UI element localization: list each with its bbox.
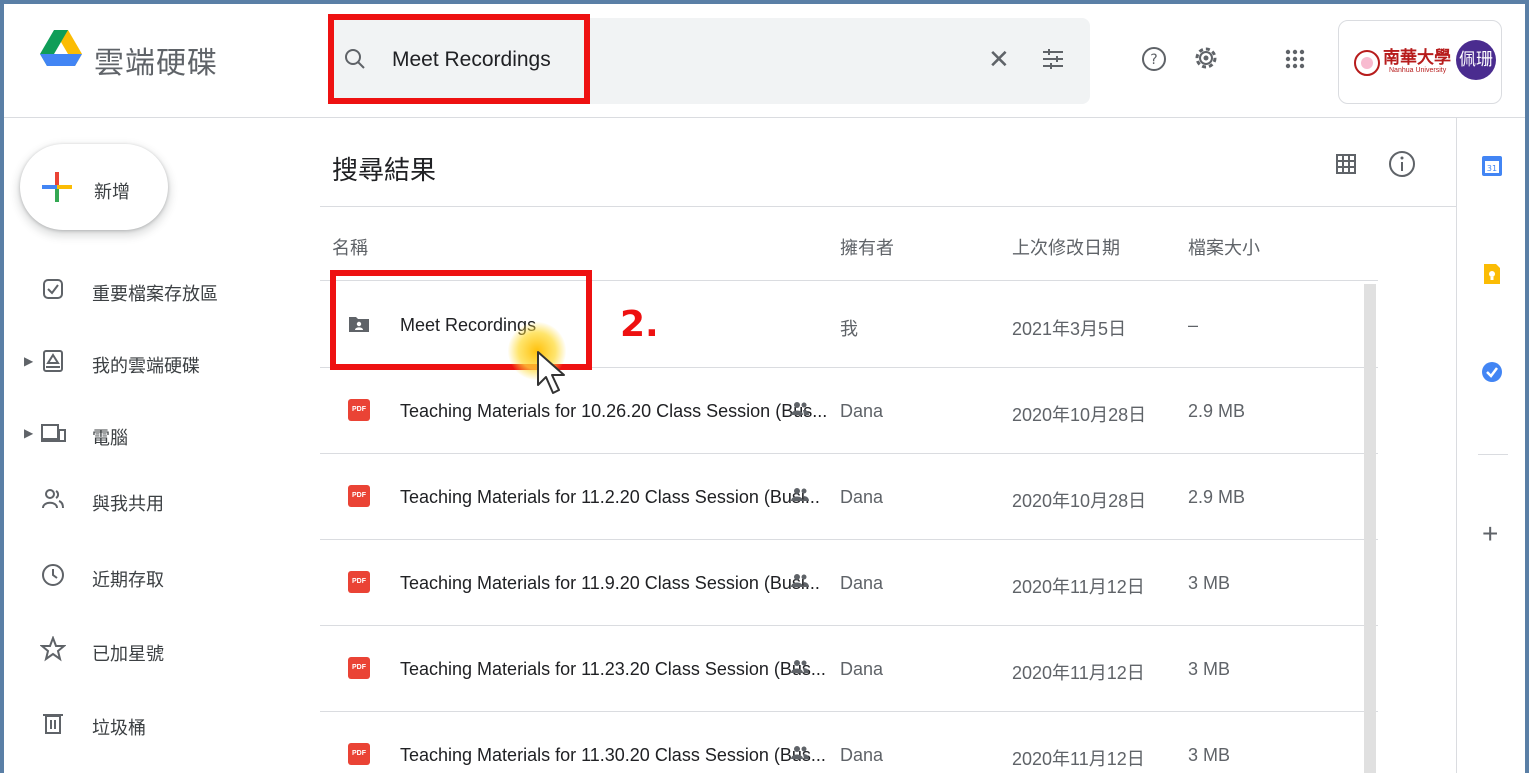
shared-people-icon [791,574,809,587]
divider [320,206,1456,207]
sidebar-item-recent[interactable]: 近期存取 [4,556,304,596]
table-row[interactable]: PDF Teaching Materials for 11.23.20 Clas… [320,626,1378,712]
grid-view-icon[interactable] [1334,152,1358,176]
file-modified-date: 2020年10月28日 [1012,405,1147,425]
shared-people-icon [791,660,809,673]
table-row[interactable]: PDF Teaching Materials for 11.2.20 Class… [320,454,1378,540]
file-owner: Dana [840,659,884,679]
computers-icon [41,424,66,442]
sidebar-item-label: 垃圾桶 [92,718,146,738]
pdf-file-icon: PDF [348,743,370,765]
organization-subtitle: Nanhua University [1389,67,1447,74]
mouse-pointer-icon [537,351,565,394]
file-owner: Dana [840,401,884,421]
google-drive-logo-icon[interactable] [40,30,82,68]
my-drive-icon [43,350,63,372]
sidebar-item-starred[interactable]: 已加星號 [4,630,304,670]
divider [1478,454,1508,455]
file-modified-date: 2020年11月12日 [1012,577,1145,597]
file-modified-date: 2020年10月28日 [1012,491,1147,511]
shared-people-icon [791,402,809,415]
file-modified-date: 2021年3月5日 [1012,319,1127,339]
file-modified-date: 2020年11月12日 [1012,749,1145,769]
file-name[interactable]: Teaching Materials for 10.26.20 Class Se… [400,401,827,422]
file-name[interactable]: Teaching Materials for 11.23.20 Class Se… [400,659,826,680]
sidebar-item-my-drive[interactable]: ▶ 我的雲端硬碟 [4,342,304,382]
sidebar-item-shared-with-me[interactable]: 與我共用 [4,480,304,520]
calendar-icon[interactable]: 31 [1480,154,1504,178]
keep-icon[interactable] [1480,262,1504,286]
top-bar: 雲端硬碟 Meet Recordings ✕ ? 南華大學 Nanhua Uni… [4,4,1525,118]
file-owner: Dana [840,573,884,593]
account-avatar[interactable]: 佩珊 [1456,40,1496,80]
calendar-day: 31 [1487,164,1497,173]
file-size: 3 MB [1188,745,1231,765]
priority-icon [43,279,63,299]
pdf-file-icon: PDF [348,399,370,421]
side-panel [1456,118,1525,773]
sidebar-item-label: 已加星號 [92,644,164,664]
file-size: 3 MB [1188,573,1231,593]
column-header-modified[interactable]: 上次修改日期 [1012,234,1120,260]
sidebar-item-computers[interactable]: ▶ 電腦 [4,414,304,454]
page-title: 搜尋結果 [332,155,437,185]
scrollbar[interactable] [1364,284,1376,773]
file-owner: Dana [840,745,884,765]
file-size: 2.9 MB [1188,487,1246,507]
file-size: 2.9 MB [1188,401,1246,421]
browser-frame: 雲端硬碟 Meet Recordings ✕ ? 南華大學 Nanhua Uni… [4,4,1525,773]
app-title[interactable]: 雲端硬碟 [94,38,218,82]
search-highlight-box [328,14,590,104]
column-header-owner[interactable]: 擁有者 [840,234,894,260]
table-row[interactable]: PDF Teaching Materials for 11.9.20 Class… [320,540,1378,626]
file-name[interactable]: Teaching Materials for 11.2.20 Class Ses… [400,487,820,508]
file-owner: Dana [840,487,884,507]
expand-caret-icon[interactable]: ▶ [24,426,33,440]
sidebar-item-label: 近期存取 [92,570,164,590]
help-icon[interactable]: ? [1141,46,1167,72]
sidebar-item-priority[interactable]: 重要檔案存放區 [4,270,304,310]
tasks-icon[interactable] [1480,360,1504,384]
colorful-plus-icon [42,172,72,202]
trash-icon [43,714,63,734]
sidebar-item-label: 與我共用 [92,494,164,514]
sidebar-item-label: 重要檔案存放區 [92,284,218,304]
google-apps-icon[interactable] [1284,48,1306,70]
info-icon[interactable] [1388,150,1416,178]
pdf-file-icon: PDF [348,571,370,593]
recent-clock-icon [42,564,64,586]
new-button[interactable]: 新增 [20,144,168,230]
column-header-size[interactable]: 檔案大小 [1188,234,1260,260]
shared-people-icon [791,746,809,759]
svg-text:?: ? [1150,52,1157,68]
shared-people-icon [791,488,809,501]
pdf-file-icon: PDF [348,657,370,679]
step-label: 2. [620,304,659,345]
star-icon [40,636,66,662]
new-button-label: 新增 [94,182,130,202]
sidebar-item-label: 我的雲端硬碟 [92,356,200,376]
table-row[interactable]: PDF Teaching Materials for 11.30.20 Clas… [320,712,1378,773]
file-size: – [1188,315,1199,335]
column-header-name[interactable]: 名稱 [332,234,368,260]
add-addon-icon[interactable]: + [1482,520,1498,548]
expand-caret-icon[interactable]: ▶ [24,354,33,368]
file-name[interactable]: Teaching Materials for 11.9.20 Class Ses… [400,573,820,594]
file-name[interactable]: Teaching Materials for 11.30.20 Class Se… [400,745,826,766]
university-seal-icon [1354,50,1380,76]
sidebar-item-label: 電腦 [92,428,128,448]
file-modified-date: 2020年11月12日 [1012,663,1145,683]
pdf-file-icon: PDF [348,485,370,507]
sidebar-item-trash[interactable]: 垃圾桶 [4,704,304,744]
organization-name: 南華大學 [1383,48,1451,68]
table-row[interactable]: PDF Teaching Materials for 10.26.20 Clas… [320,368,1378,454]
clear-search-icon[interactable]: ✕ [988,46,1010,72]
settings-gear-icon[interactable] [1192,44,1220,72]
file-owner: 我 [840,319,858,339]
search-options-icon[interactable] [1040,46,1066,72]
shared-with-me-icon [42,489,64,509]
file-size: 3 MB [1188,659,1231,679]
